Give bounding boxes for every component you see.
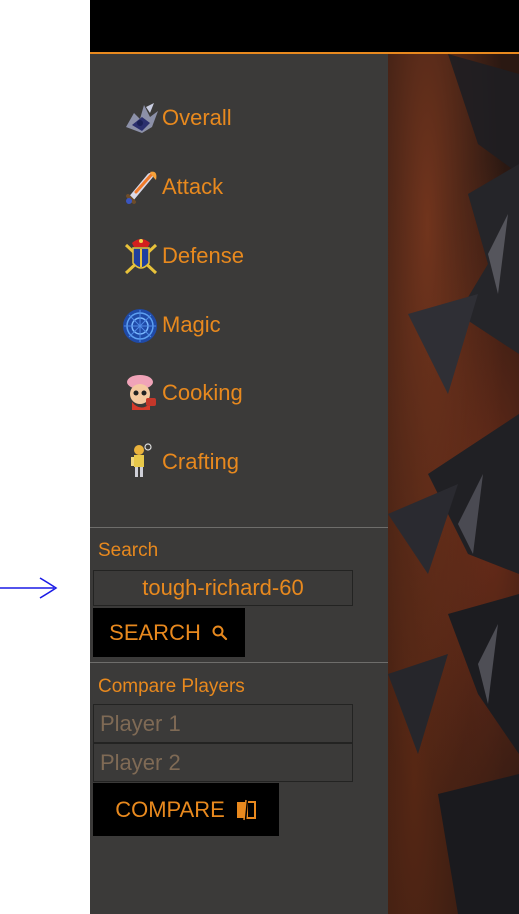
search-icon bbox=[212, 625, 227, 640]
player-1-input[interactable] bbox=[93, 704, 353, 743]
chef-icon bbox=[127, 375, 156, 410]
background-artwork bbox=[388, 54, 519, 914]
nav-item-label: Overall bbox=[162, 105, 232, 130]
nav-item-attack[interactable]: Attack bbox=[120, 164, 223, 210]
nav-item-label: Magic bbox=[162, 312, 221, 337]
nav-item-label: Crafting bbox=[162, 449, 240, 474]
compare-button-label: COMPARE bbox=[115, 796, 225, 822]
search-button-label: SEARCH bbox=[109, 619, 201, 645]
nav-item-label: Attack bbox=[162, 174, 224, 199]
search-button[interactable]: SEARCH bbox=[93, 608, 245, 657]
flaming-sword-icon bbox=[126, 171, 157, 204]
nav-item-crafting[interactable]: Crafting bbox=[120, 439, 239, 485]
divider bbox=[90, 662, 388, 663]
winged-dragon-icon bbox=[126, 103, 158, 133]
nav-item-label: Defense bbox=[162, 243, 244, 268]
compare-icon bbox=[236, 798, 256, 821]
nav-item-cooking[interactable]: Cooking bbox=[120, 370, 243, 416]
nav-item-overall[interactable]: Overall bbox=[120, 95, 232, 141]
magic-orb-icon bbox=[123, 309, 157, 343]
annotation-arrow-icon bbox=[0, 577, 58, 599]
nav-item-defense[interactable]: Defense bbox=[120, 233, 244, 279]
search-input[interactable] bbox=[93, 570, 353, 606]
nav-item-label: Cooking bbox=[162, 380, 243, 405]
player-2-input[interactable] bbox=[93, 743, 353, 782]
compare-players-label: Compare Players bbox=[98, 676, 245, 697]
nav-item-magic[interactable]: Magic bbox=[120, 302, 221, 348]
top-header-bar bbox=[90, 0, 519, 54]
crafter-icon bbox=[131, 443, 152, 477]
search-label: Search bbox=[98, 540, 159, 561]
compare-button[interactable]: COMPARE bbox=[93, 783, 279, 836]
dark-crystal-shards-artwork bbox=[388, 54, 519, 914]
divider bbox=[90, 527, 388, 528]
sidebar: Overall Attack Defense Magic Cooking Cra… bbox=[90, 54, 388, 914]
crest-shield-icon bbox=[124, 239, 158, 275]
